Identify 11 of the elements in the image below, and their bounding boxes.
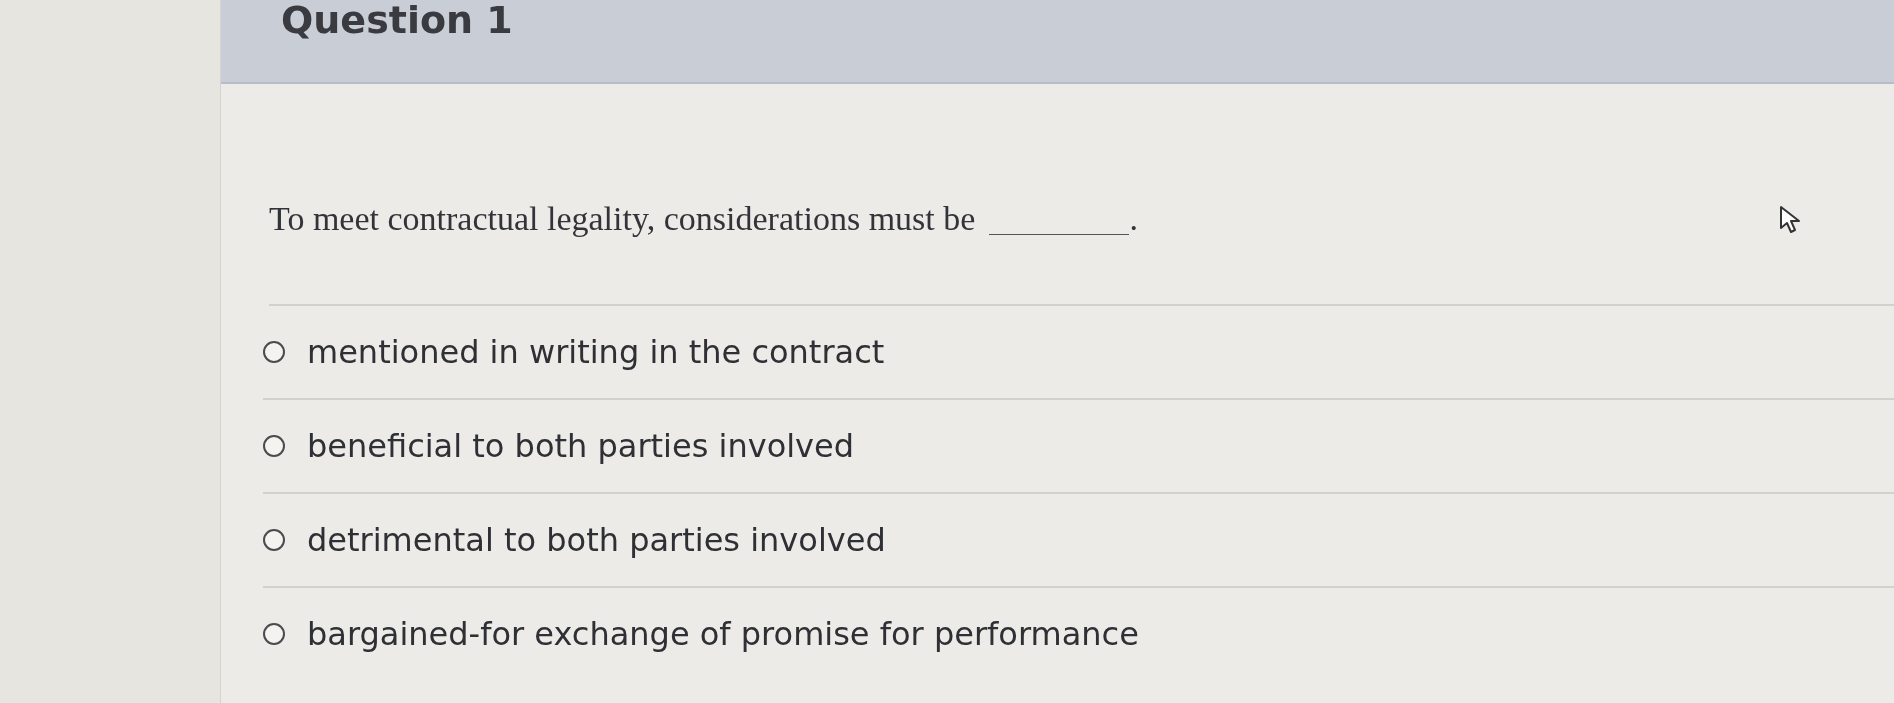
option-label[interactable]: bargained-for exchange of promise for performance <box>307 615 1139 653</box>
radio-button[interactable] <box>263 623 285 645</box>
radio-button[interactable] <box>263 529 285 551</box>
question-text: To meet contractual legality, considerations must be <box>269 200 976 238</box>
radio-button[interactable] <box>263 341 285 363</box>
radio-button[interactable] <box>263 435 285 457</box>
option-label[interactable]: mentioned in writing in the contract <box>307 333 885 371</box>
question-title: Question 1 <box>281 0 513 42</box>
period: . <box>1129 200 1138 238</box>
option-label[interactable]: beneficial to both parties involved <box>307 427 855 465</box>
option-label[interactable]: detrimental to both parties involved <box>307 521 886 559</box>
